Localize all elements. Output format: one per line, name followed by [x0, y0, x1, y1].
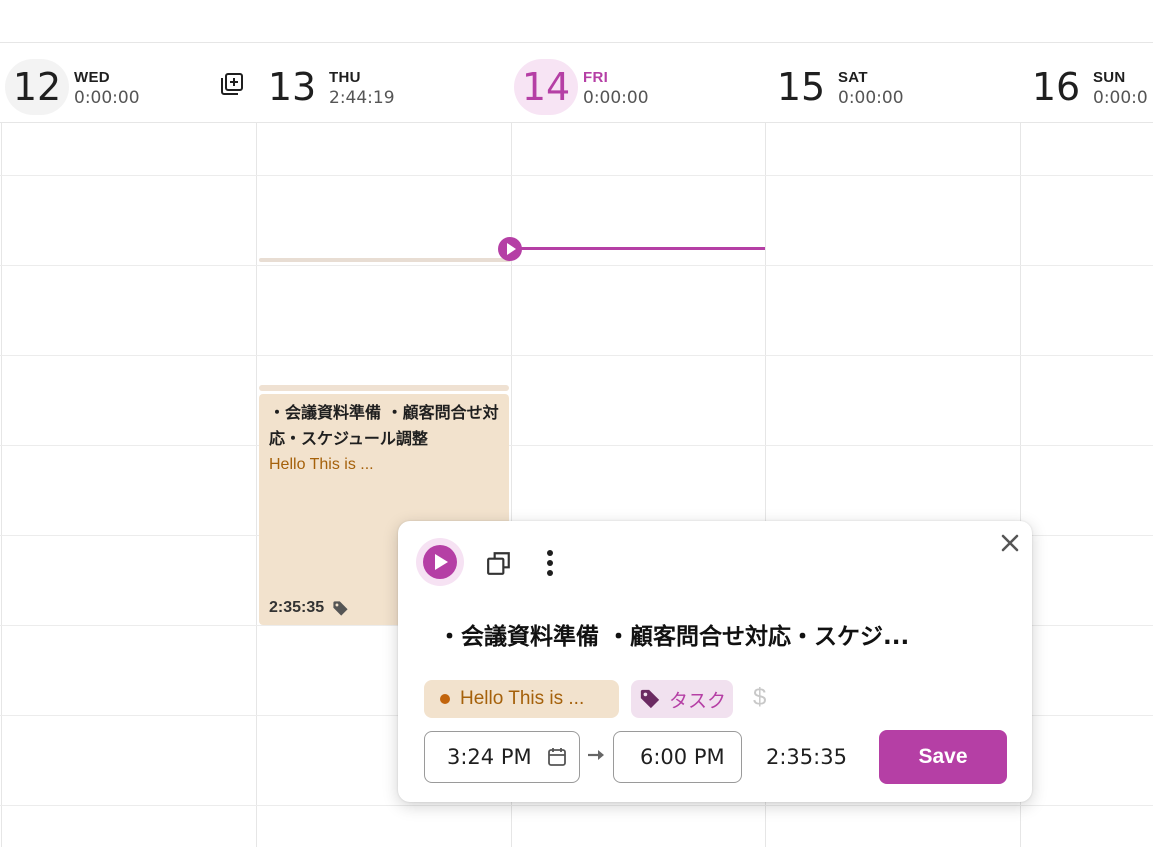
add-entry-icon[interactable] — [220, 72, 244, 96]
start-time-input[interactable]: 3:24 PM — [424, 731, 580, 783]
day-name: SUN — [1093, 69, 1126, 86]
play-icon — [423, 545, 457, 579]
day-number: 12 — [5, 59, 69, 115]
grid-line — [0, 445, 1153, 446]
current-time-track — [259, 258, 511, 262]
arrow-right-icon — [588, 750, 604, 760]
day-name: WED — [74, 69, 110, 86]
day-name: FRI — [583, 69, 609, 86]
current-time-line — [510, 247, 765, 250]
play-icon[interactable] — [498, 237, 522, 261]
day-number: 15 — [776, 65, 826, 109]
day-total-time: 0:00:00 — [583, 88, 649, 108]
event-footer: 2:35:35 — [269, 599, 349, 617]
tag-icon — [640, 689, 660, 709]
day-header-wed[interactable]: 12 WED 0:00:00 — [5, 59, 245, 115]
more-options-icon[interactable] — [538, 548, 562, 578]
save-button[interactable]: Save — [879, 730, 1007, 784]
day-header-thu[interactable]: 13 THU 2:44:19 — [260, 59, 500, 115]
calendar-icon[interactable] — [547, 747, 567, 767]
event-title: ・会議資料準備 ・顧客問合せ対応・スケジュール調整 — [269, 403, 499, 448]
billable-icon[interactable]: $ — [753, 684, 766, 712]
project-name: Hello This is ... — [460, 688, 585, 709]
tag-chip[interactable]: タスク — [631, 680, 733, 718]
day-number: 13 — [267, 65, 317, 109]
day-number: 16 — [1031, 65, 1081, 109]
event-duration: 2:35:35 — [269, 599, 325, 616]
start-time-value: 3:24 PM — [447, 745, 532, 769]
end-time-value: 6:00 PM — [640, 745, 725, 769]
grid-line — [0, 805, 1153, 806]
day-header-fri[interactable]: 14 FRI 0:00:00 — [514, 59, 754, 115]
edit-entry-popup: ・会議資料準備 ・顧客問合せ対応・スケジ... Hello This is ..… — [398, 521, 1032, 802]
event-strip[interactable] — [259, 385, 509, 391]
close-icon[interactable] — [998, 531, 1022, 555]
grid-line — [0, 265, 1153, 266]
play-button[interactable] — [416, 538, 464, 586]
event-project: Hello This is ... — [269, 456, 374, 473]
grid-line — [256, 123, 257, 847]
grid-line — [1, 123, 2, 847]
day-name: SAT — [838, 69, 868, 86]
day-total-time: 0:00:0 — [1093, 88, 1148, 108]
entry-title[interactable]: ・会議資料準備 ・顧客問合せ対応・スケジ... — [438, 617, 998, 651]
day-number-today: 14 — [514, 59, 578, 115]
tag-label: タスク — [669, 689, 727, 712]
day-total-time: 0:00:00 — [838, 88, 904, 108]
grid-line — [0, 355, 1153, 356]
project-color-dot — [440, 694, 450, 704]
day-name: THU — [329, 69, 361, 86]
day-total-time: 2:44:19 — [329, 88, 395, 108]
top-bar — [0, 0, 1153, 43]
day-header-sun[interactable]: 16 SUN 0:00:0 — [1024, 59, 1153, 115]
duplicate-icon[interactable] — [486, 550, 512, 576]
grid-line — [0, 175, 1153, 176]
end-time-input[interactable]: 6:00 PM — [613, 731, 742, 783]
week-header: 12 WED 0:00:00 13 THU 2:44:19 14 FRI 0:0… — [0, 43, 1153, 123]
day-header-sat[interactable]: 15 SAT 0:00:00 — [769, 59, 1009, 115]
day-total-time: 0:00:00 — [74, 88, 140, 108]
tag-icon — [333, 600, 348, 616]
duration-value[interactable]: 2:35:35 — [766, 745, 847, 769]
project-chip[interactable]: Hello This is ... — [424, 680, 619, 718]
